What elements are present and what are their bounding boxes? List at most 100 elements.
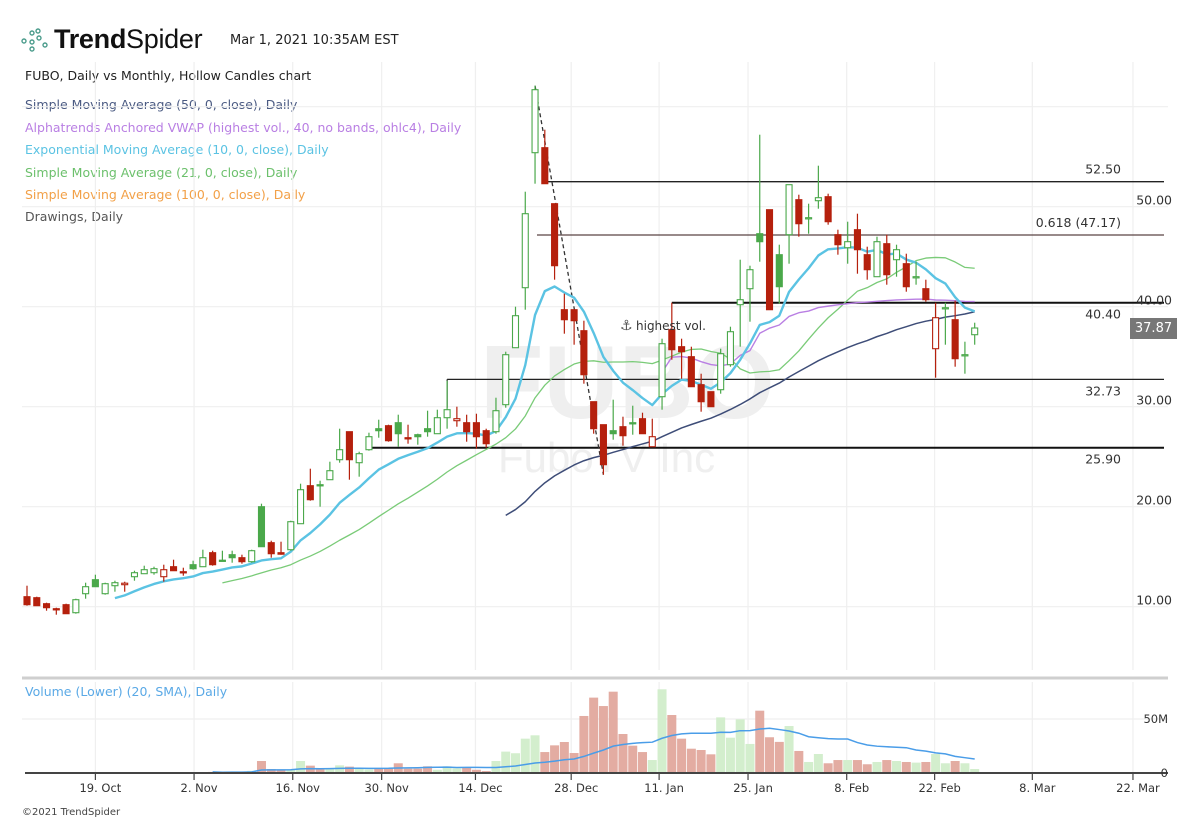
volume-bar bbox=[511, 753, 520, 773]
candle-body bbox=[951, 319, 959, 360]
volume-bar bbox=[589, 697, 599, 773]
volume-bar bbox=[813, 753, 823, 773]
candle-body bbox=[756, 233, 764, 243]
price-axis-label: 10.00 bbox=[1136, 593, 1172, 608]
candle-body bbox=[297, 489, 305, 525]
candle-body bbox=[414, 434, 422, 438]
level-label: 40.40 bbox=[1085, 307, 1121, 322]
candle-body bbox=[375, 428, 383, 432]
candle-body bbox=[922, 288, 930, 301]
candle-body bbox=[805, 217, 813, 220]
time-axis-label: 22. Mar bbox=[1116, 781, 1160, 795]
volume-bar bbox=[960, 763, 970, 773]
volume-bar bbox=[530, 735, 540, 773]
price-chart[interactable]: FUBO FuboTV Inc 52.500.618 (47.17)40.403… bbox=[0, 0, 1200, 825]
candle-body bbox=[267, 542, 275, 555]
candle-body bbox=[648, 436, 656, 448]
candle-body bbox=[228, 554, 236, 559]
level-label: 0.618 (47.17) bbox=[1036, 215, 1121, 230]
candle-body bbox=[150, 568, 158, 574]
candle-body bbox=[42, 603, 51, 609]
candle-body bbox=[765, 209, 774, 311]
candle-body bbox=[179, 571, 187, 574]
volume-bar bbox=[882, 760, 892, 773]
candle-body bbox=[824, 196, 832, 223]
candle-body bbox=[678, 346, 686, 353]
candle-body bbox=[23, 596, 31, 606]
candle-body bbox=[257, 506, 266, 548]
volume-bar bbox=[501, 751, 511, 773]
volume-bar bbox=[901, 761, 911, 773]
time-axis-label: 30. Nov bbox=[364, 781, 409, 795]
time-axis-label: 14. Dec bbox=[458, 781, 502, 795]
candle-body bbox=[932, 317, 940, 350]
candle-body bbox=[609, 430, 617, 435]
candle-body bbox=[199, 557, 207, 568]
volume-bar bbox=[755, 710, 765, 773]
volume-bar bbox=[911, 762, 921, 773]
candle-body bbox=[629, 422, 637, 425]
volume-bar bbox=[677, 738, 687, 773]
candle-body bbox=[687, 356, 695, 388]
volume-bar bbox=[804, 761, 814, 773]
anchor-label: highest vol. bbox=[636, 319, 706, 333]
volume-bar bbox=[520, 738, 530, 773]
volume-bar bbox=[940, 763, 950, 773]
candle-body bbox=[521, 213, 529, 289]
volume-axis-label: 0 bbox=[1161, 766, 1168, 780]
candle-body bbox=[248, 550, 256, 563]
copyright: ©2021 TrendSpider bbox=[22, 807, 121, 818]
volume-bar bbox=[598, 706, 608, 773]
candle-body bbox=[511, 315, 520, 349]
candle-body bbox=[306, 485, 314, 501]
volume-bar bbox=[608, 691, 618, 773]
candle-body bbox=[160, 569, 168, 578]
volume-bar bbox=[657, 689, 667, 773]
time-axis-label: 8. Mar bbox=[1019, 781, 1056, 795]
price-axis-label: 30.00 bbox=[1136, 393, 1172, 408]
candle-body bbox=[736, 299, 744, 306]
candle-body bbox=[834, 234, 842, 246]
candle-body bbox=[492, 410, 500, 433]
candle-body bbox=[72, 599, 80, 614]
time-axis-label: 19. Oct bbox=[79, 781, 121, 795]
volume-bar bbox=[696, 749, 706, 773]
candle-body bbox=[844, 241, 852, 249]
candle-body bbox=[541, 147, 549, 185]
candle-body bbox=[961, 354, 969, 357]
level-label: 32.73 bbox=[1085, 383, 1121, 398]
candle-body bbox=[355, 453, 363, 464]
candle-body bbox=[599, 424, 607, 466]
time-axis-label: 16. Nov bbox=[276, 781, 321, 795]
volume-bar bbox=[638, 752, 648, 773]
candle-body bbox=[619, 426, 627, 437]
level-label: 25.90 bbox=[1085, 452, 1121, 467]
candle-body bbox=[101, 583, 109, 595]
volume-bar bbox=[569, 753, 579, 773]
volume-bar bbox=[784, 726, 794, 773]
candle-body bbox=[971, 327, 979, 336]
volume-bar bbox=[735, 719, 745, 773]
volume-bar bbox=[716, 717, 726, 773]
volume-axis-label: 50M bbox=[1143, 712, 1168, 726]
volume-bar bbox=[931, 753, 941, 773]
candle-body bbox=[170, 566, 178, 572]
volume-bar bbox=[667, 715, 677, 773]
candle-body bbox=[580, 330, 588, 376]
volume-bar bbox=[852, 760, 862, 773]
last-price-tag: 37.87 bbox=[1130, 318, 1177, 339]
level-label: 52.50 bbox=[1085, 162, 1121, 177]
candle-body bbox=[717, 353, 725, 391]
candle-body bbox=[795, 199, 803, 225]
candle-body bbox=[658, 343, 666, 398]
price-axis-label: 40.00 bbox=[1136, 293, 1172, 308]
time-axis-label: 2. Nov bbox=[181, 781, 218, 795]
candle-body bbox=[394, 422, 402, 435]
candle-body bbox=[424, 428, 432, 433]
candle-body bbox=[726, 331, 734, 366]
candle-body bbox=[316, 484, 324, 487]
candle-body bbox=[218, 559, 226, 562]
candle-body bbox=[62, 604, 70, 615]
candle-body bbox=[863, 254, 871, 271]
time-axis-label: 22. Feb bbox=[918, 781, 960, 795]
